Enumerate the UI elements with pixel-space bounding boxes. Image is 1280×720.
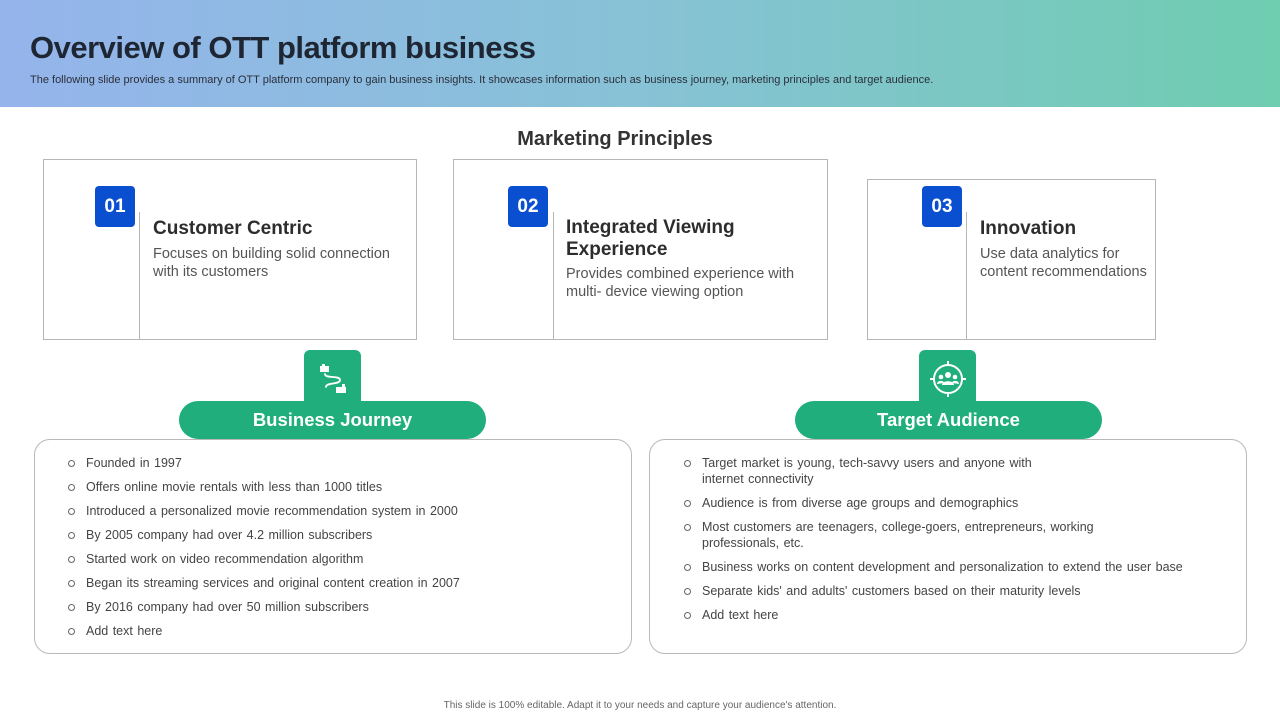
page-title: Overview of OTT platform business [30,30,536,65]
journey-path-icon [304,350,361,407]
principle-title: Innovation [980,218,1077,239]
principle-description: Provides combined experience with multi-… [566,266,795,300]
principle-description: Focuses on building solid connection wit… [153,246,390,280]
list-item: Separate kids' and adults' customers bas… [682,583,1207,599]
principle-title: Integrated Viewing Experience [566,217,735,260]
target-audience-label: Target Audience [795,401,1102,439]
list-item: Add text here [66,623,606,639]
list-item: Target market is young, tech-savvy users… [682,455,1062,487]
principle-number-badge: 01 [95,186,135,227]
business-journey-list: Founded in 1997 Offers online movie rent… [66,455,606,647]
list-item: Founded in 1997 [66,455,606,471]
list-item: Began its streaming services and origina… [66,575,606,591]
principle-number-badge: 03 [922,186,962,227]
list-item: Audience is from diverse age groups and … [682,495,1207,511]
list-item: Business works on content development an… [682,559,1207,575]
list-item: Started work on video recommendation alg… [66,551,606,567]
business-journey-label: Business Journey [179,401,486,439]
list-item: Introduced a personalized movie recommen… [66,503,606,519]
audience-target-icon [919,350,976,407]
list-item: By 2016 company had over 50 million subs… [66,599,606,615]
principle-description: Use data analytics for content recommend… [980,246,1147,280]
list-item: Offers online movie rentals with less th… [66,479,606,495]
list-item: By 2005 company had over 4.2 million sub… [66,527,606,543]
list-item: Most customers are teenagers, college-go… [682,519,1122,551]
footer-note: This slide is 100% editable. Adapt it to… [443,700,837,711]
target-audience-list: Target market is young, tech-savvy users… [682,455,1207,631]
list-item: Add text here [682,607,1207,623]
marketing-principles-heading: Marketing Principles [517,128,713,150]
principle-title: Customer Centric [153,218,313,239]
principle-number-badge: 02 [508,186,548,227]
header-banner: Overview of OTT platform business The fo… [0,0,1280,107]
page-subtitle: The following slide provides a summary o… [30,74,934,86]
